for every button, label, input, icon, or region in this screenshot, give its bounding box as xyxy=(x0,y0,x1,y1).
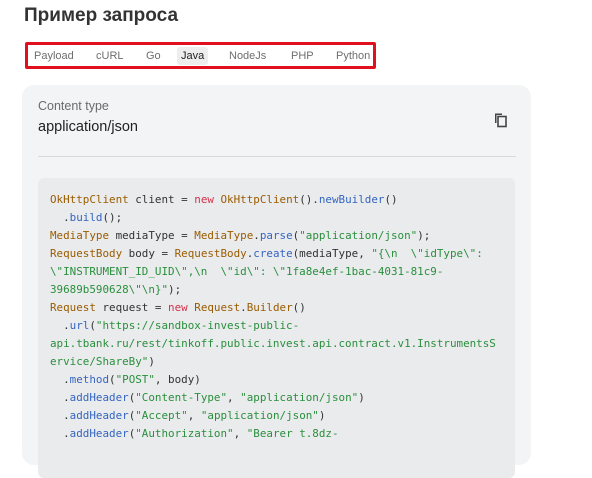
code-line: .addHeader("Authorization", "Bearer t.8d… xyxy=(50,425,515,443)
request-panel: Content type application/json OkHttpClie… xyxy=(22,85,531,478)
code-token: mediaType = xyxy=(109,229,195,242)
code-token: addHeader xyxy=(69,409,129,422)
code-token: new xyxy=(168,301,188,314)
code-token: MediaType xyxy=(194,229,254,242)
code-token: newBuilder xyxy=(318,193,385,206)
tab-payload[interactable]: Payload xyxy=(30,47,78,65)
code-token: parse xyxy=(259,229,293,242)
code-token: OkHttpClient xyxy=(220,193,300,206)
code-token: (); xyxy=(102,211,123,224)
code-token: . xyxy=(50,409,70,422)
code-token: new xyxy=(194,193,214,206)
code-token: Request xyxy=(194,301,241,314)
code-token: Request xyxy=(50,301,96,314)
code-token: client = xyxy=(128,193,195,206)
code-token: "application/json" xyxy=(200,409,319,422)
code-token: "Authorization" xyxy=(135,427,234,440)
code-line: OkHttpClient client = new OkHttpClient()… xyxy=(50,191,515,209)
copy-icon[interactable] xyxy=(492,112,508,128)
code-token: api.tbank.ru/rest/tinkoff.public.invest.… xyxy=(50,337,496,350)
code-token: 39689b590628\"\n}" xyxy=(50,283,169,296)
code-token: "Accept" xyxy=(135,409,188,422)
code-token: method xyxy=(69,373,110,386)
code-token: . xyxy=(50,211,70,224)
code-token: url xyxy=(69,319,90,332)
code-token: . xyxy=(50,427,70,440)
code-token: "POST" xyxy=(115,373,155,386)
code-token: build xyxy=(69,211,103,224)
code-line: Request request = new Request.Builder() xyxy=(50,299,515,317)
code-text: OkHttpClient client = new OkHttpClient()… xyxy=(38,178,515,443)
code-token: , xyxy=(227,391,241,404)
code-token: addHeader xyxy=(69,427,129,440)
code-line: .build(); xyxy=(50,209,515,227)
tab-nodejs[interactable]: NodeJs xyxy=(225,47,270,65)
tab-curl[interactable]: cURL xyxy=(92,47,128,65)
copy-icon-glyph xyxy=(495,113,507,128)
code-token: "Bearer t.8dz- xyxy=(246,427,339,440)
code-line: api.tbank.ru/rest/tinkoff.public.invest.… xyxy=(50,335,515,353)
page-title: Пример запроса xyxy=(24,5,179,26)
code-block: OkHttpClient client = new OkHttpClient()… xyxy=(38,178,515,478)
tab-python[interactable]: Python xyxy=(332,47,374,65)
code-line: MediaType mediaType = MediaType.parse("a… xyxy=(50,227,515,245)
code-token: (mediaType, xyxy=(292,247,372,260)
code-token: OkHttpClient xyxy=(50,193,129,206)
code-token: RequestBody xyxy=(174,247,247,260)
code-line: \"INSTRUMENT_ID_UID\",\n \"id\": \"1fa8e… xyxy=(50,263,515,281)
code-token: , body) xyxy=(154,373,201,386)
content-type-label: Content type xyxy=(38,99,109,113)
language-tabs: Payload cURL Go Java NodeJs PHP Python xyxy=(25,42,376,69)
code-token: ); xyxy=(168,283,182,296)
code-token: . xyxy=(50,373,70,386)
content-type-value: application/json xyxy=(38,119,138,135)
code-token: ) xyxy=(318,409,326,422)
code-line: RequestBody body = RequestBody.create(me… xyxy=(50,245,515,263)
tab-php[interactable]: PHP xyxy=(287,47,318,65)
tab-go[interactable]: Go xyxy=(142,47,165,65)
code-token: RequestBody xyxy=(50,247,123,260)
code-line: .addHeader("Accept", "application/json") xyxy=(50,407,515,425)
code-token: (). xyxy=(299,193,319,206)
tab-java[interactable]: Java xyxy=(177,47,209,65)
code-token: body = xyxy=(122,247,175,260)
code-token: () xyxy=(384,193,398,206)
code-line: .method("POST", body) xyxy=(50,371,515,389)
code-token: create xyxy=(253,247,293,260)
code-token: "{\n \"idType\": xyxy=(371,247,483,260)
code-token: "application/json" xyxy=(240,391,359,404)
code-line: 39689b590628\"\n}"); xyxy=(50,281,515,299)
code-token: Builder xyxy=(246,301,293,314)
code-token: ); xyxy=(417,229,431,242)
code-token: addHeader xyxy=(69,391,129,404)
code-line: .addHeader("Content-Type", "application/… xyxy=(50,389,515,407)
code-token: request = xyxy=(95,301,169,314)
divider xyxy=(38,156,516,157)
code-token: "https://sandbox-invest-public- xyxy=(95,319,300,332)
code-token: . xyxy=(50,319,70,332)
code-token: ) xyxy=(148,355,155,368)
code-token: () xyxy=(292,301,306,314)
code-token: ervice/ShareBy" xyxy=(50,355,149,368)
code-token: MediaType xyxy=(50,229,110,242)
code-token: ) xyxy=(358,391,365,404)
code-token: "application/json" xyxy=(299,229,418,242)
code-line: .url("https://sandbox-invest-public- xyxy=(50,317,515,335)
code-token: , xyxy=(233,427,247,440)
code-token: "Content-Type" xyxy=(135,391,228,404)
code-token: . xyxy=(50,391,70,404)
code-line: ervice/ShareBy") xyxy=(50,353,515,371)
code-token: \"INSTRUMENT_ID_UID\",\n \"id\": \"1fa8e… xyxy=(50,265,444,278)
code-token: , xyxy=(187,409,201,422)
